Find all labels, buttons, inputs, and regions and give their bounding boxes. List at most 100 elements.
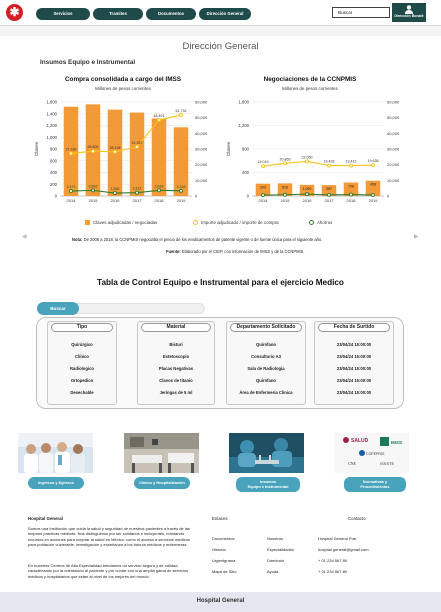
legend-swatch-ahorros xyxy=(309,220,314,225)
table-cell: Clavos de titanio xyxy=(159,378,193,383)
legend-label-ahorros: Ahorros xyxy=(317,220,333,225)
y2-tick-label: 20,000 xyxy=(195,162,208,167)
series-point-ahorros xyxy=(283,192,287,197)
data-label-ahorros: 3,592 xyxy=(89,184,98,188)
footer-link-urgentgrama[interactable]: Urgentgrama xyxy=(212,558,235,563)
bar-value-label: 708 xyxy=(348,184,354,188)
search-input[interactable] xyxy=(332,7,390,18)
footer-about-paragraph-1: Somos una Institución que cuida la salud… xyxy=(28,526,190,547)
legend-label-claves: Claves adjudicadas / negociadas xyxy=(93,220,158,225)
y-tick-label: 1,200 xyxy=(47,123,58,128)
footer-link-mapa-sitio[interactable]: Mapa de Sitio xyxy=(212,569,236,574)
x-tick-label: 2018 xyxy=(155,198,165,203)
table-cell: Sala de Radiologia xyxy=(247,366,285,371)
y-tick-label: 1,400 xyxy=(47,111,58,116)
legend-item-importe: Importe adjudicado / importe de compra xyxy=(193,219,279,226)
bar xyxy=(129,112,145,196)
y2-tick-label: 50,000 xyxy=(387,115,400,120)
table-cell: 23/04/24 15:00:00 xyxy=(336,342,372,347)
footer-link-ayuda[interactable]: Ayuda xyxy=(267,569,278,574)
card-image-insumos[interactable] xyxy=(229,433,304,473)
chart2-title: Negociaciones de la CCNPMIS xyxy=(263,76,357,83)
user-account-button[interactable]: Dirección Bonalé xyxy=(392,3,426,22)
series-point-ahorros xyxy=(91,188,95,193)
carousel-prev-icon[interactable]: ◀ xyxy=(22,233,27,240)
nav-documentos-button[interactable]: Documentos xyxy=(146,8,196,20)
footer-link-directorio[interactable]: Directorio xyxy=(267,558,284,563)
y2-tick-label: 0 xyxy=(387,194,390,199)
card-image-normativas[interactable]: SALUD IMSS COFEPRIS CNE ISSSTE xyxy=(334,433,409,473)
legend-item-ahorros: Ahorros xyxy=(309,219,332,226)
table-cell: Quirúrgico xyxy=(71,342,93,347)
column-header-departamento: Departamento Solicitado xyxy=(230,323,302,332)
table-cell: Bisturi xyxy=(169,342,183,347)
footer-link-documentos[interactable]: Documentos xyxy=(212,536,234,541)
medical-staff-image xyxy=(18,433,93,473)
footer-contact-phone-2[interactable]: + 01 234 567 89 xyxy=(318,569,347,574)
table-cell: 23/04/24 15:00:00 xyxy=(336,354,372,359)
bar-value-label: 387 xyxy=(326,187,332,191)
x-tick-label: 2015 xyxy=(89,198,99,203)
series-point-importe xyxy=(135,144,139,149)
x-tick-label: 2016 xyxy=(111,198,121,203)
series-point-importe xyxy=(327,163,331,168)
data-label-importe: 48,491 xyxy=(154,114,165,118)
series-point-importe xyxy=(91,149,95,154)
series-point-ahorros xyxy=(349,192,353,197)
footer-link-historia[interactable]: Historia xyxy=(212,547,226,552)
legend-item-claves: Claves adjudicadas / negociadas xyxy=(85,219,157,226)
ingresos-egresos-button[interactable]: Ingresos y Egresos xyxy=(28,477,84,489)
y2-tick-label: 20,000 xyxy=(387,162,400,167)
footer-contact-name: Hospital General Pue. xyxy=(318,536,358,541)
table-cell: Placas Negativas xyxy=(158,366,194,371)
y2-tick-label: 30,000 xyxy=(195,147,208,152)
series-line-importe xyxy=(262,160,374,167)
imss-logo-text: IMSS xyxy=(391,440,402,445)
footer-about-paragraph-2: En nuestros Centros de Alta Especialidad… xyxy=(28,563,189,579)
footer-contact-email[interactable]: hospital.general@gmail.com xyxy=(318,547,369,552)
footer-link-especialidades[interactable]: Especialidades xyxy=(267,547,294,552)
chart-source: Fuente: Elaborado por el CIEP, con infor… xyxy=(166,249,305,254)
data-label-ahorros: 3,638 xyxy=(155,184,164,188)
x-tick-label: 2016 xyxy=(303,198,313,203)
y2-tick-label: 40,000 xyxy=(387,131,400,136)
x-tick-label: 2019 xyxy=(369,198,379,203)
footer-link-nosotros[interactable]: Nosotros xyxy=(267,536,283,541)
x-tick-label: 2014 xyxy=(67,198,77,203)
user-avatar-icon xyxy=(405,5,413,14)
legend-swatch-claves xyxy=(85,220,90,225)
series-point-importe xyxy=(113,149,117,154)
chart-note: Nota: De 2008 a 2018, la CCNPMIS negocia… xyxy=(72,237,322,242)
bar-value-label: 1,052 xyxy=(303,187,312,191)
carousel-next-icon[interactable]: ▶ xyxy=(414,233,419,240)
chart1-subtitle: Millones de pesos corrientes xyxy=(95,86,151,91)
nav-direccion-general-button[interactable]: Dirección General xyxy=(199,8,251,20)
series-point-ahorros xyxy=(327,192,331,197)
table-search-button[interactable]: Buscar xyxy=(37,302,79,315)
insumos-equipo-button[interactable]: Insumos Equipo e Instrumental xyxy=(236,477,300,492)
column-tipo: Tipo Quirúrgico Clínico Radiologico Orto… xyxy=(47,321,117,405)
y2-tick-label: 60,000 xyxy=(195,100,208,105)
column-header-tipo: Tipo xyxy=(51,323,113,332)
footer-links-title: Enlaces xyxy=(212,516,228,521)
table-cell: Radiologico xyxy=(70,366,94,371)
card-button-label-2: Procedimientos xyxy=(360,483,390,489)
series-point-importe xyxy=(371,163,375,168)
table-cell: 23/04/24 15:00:00 xyxy=(336,378,372,383)
table-cell: 23/04/24 15:00:00 xyxy=(336,390,372,395)
data-label-importe: 22,050 xyxy=(302,155,313,159)
data-label-importe: 28,605 xyxy=(88,145,99,149)
data-label-importe: 28,198 xyxy=(110,146,121,150)
nav-servicios-button[interactable]: Servicios xyxy=(36,8,90,20)
clinico-hospitalizacion-button[interactable]: Clínico y Hospitalización xyxy=(134,477,190,489)
y-tick-label: 200 xyxy=(50,182,58,187)
nav-tramites-button[interactable]: Tramites xyxy=(93,8,143,20)
note-label: Nota: xyxy=(72,237,83,242)
card-image-ingresos[interactable] xyxy=(18,433,93,473)
hospital-logo-icon[interactable]: ✱ xyxy=(6,4,23,21)
card-image-clinico[interactable] xyxy=(124,433,199,473)
column-header-material: Material xyxy=(141,323,211,332)
footer-contact-phone-1[interactable]: + 01 234 567 89 xyxy=(318,558,347,563)
issste-logo-text: ISSSTE xyxy=(380,461,395,466)
normativas-procedimientos-button[interactable]: Normativas y Procedimientos xyxy=(344,477,406,492)
